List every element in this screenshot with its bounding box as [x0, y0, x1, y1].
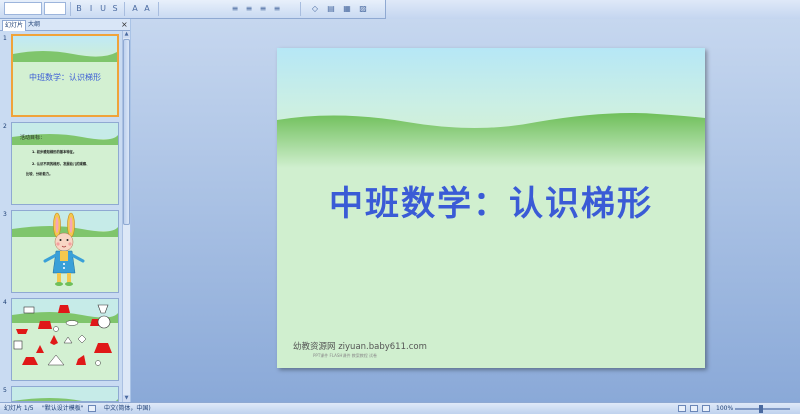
panel-tabs: 幻灯片 大纲 ×	[0, 19, 130, 31]
slide-thumbnail-2[interactable]: 活动目标： 1. 初步感知梯形的基本特征。 2. 认识不同的梯形，发展幼儿的观察…	[11, 122, 119, 205]
ribbon-editing-group	[386, 0, 800, 19]
slide-footer-site: 幼教资源网 ziyuan.baby611.com	[293, 342, 427, 352]
bold-button[interactable]: B	[74, 3, 84, 14]
zoom-slider-knob[interactable]	[759, 405, 763, 413]
align-center-button[interactable]: ≡	[244, 3, 254, 14]
shadow-button[interactable]: S	[110, 3, 120, 14]
tab-slides[interactable]: 幻灯片	[2, 20, 27, 31]
theme-name: "默认设计模板"	[42, 405, 84, 412]
highlight-button[interactable]: A	[142, 3, 152, 14]
thumb-2-line-1: 1. 初步感知梯形的基本特征。	[32, 149, 76, 154]
slideshow-icon[interactable]	[702, 405, 710, 412]
justify-button[interactable]: ≡	[272, 3, 282, 14]
font-name-combo[interactable]	[4, 2, 42, 15]
slides-panel: 幻灯片 大纲 × 1 中班数学：认识梯形 2 活动目标： 1. 初步感知梯形的基…	[0, 19, 130, 402]
slide-number: 1	[3, 35, 7, 42]
slide-thumbnail-4[interactable]	[11, 298, 119, 381]
italic-button[interactable]: I	[86, 3, 96, 14]
font-size-combo[interactable]	[44, 2, 66, 15]
ribbon: B I U S A A ≡ ≡ ≡ ≡ ◇ ▤ ▦ ▨	[0, 0, 800, 19]
slide-number: 3	[3, 211, 7, 218]
align-right-button[interactable]: ≡	[258, 3, 268, 14]
slide-number: 5	[3, 387, 7, 394]
normal-view-icon[interactable]	[678, 405, 686, 412]
thumb-2-heading: 活动目标：	[20, 134, 45, 141]
tab-outline[interactable]: 大纲	[26, 20, 42, 31]
shapes-illustration	[12, 299, 118, 380]
slide-title[interactable]: 中班数学：认识梯形	[277, 176, 705, 225]
slide-sorter-icon[interactable]	[690, 405, 698, 412]
align-left-button[interactable]: ≡	[230, 3, 240, 14]
font-color-button[interactable]: A	[130, 3, 140, 14]
slides-panel-scrollbar[interactable]: ▲ ▼	[122, 31, 130, 402]
thumb-1-title: 中班数学：认识梯形	[29, 72, 101, 82]
shape-fill-icon[interactable]: ▨	[358, 3, 368, 14]
spellcheck-icon[interactable]	[88, 405, 96, 412]
close-icon[interactable]: ×	[121, 20, 128, 30]
slide-number: 2	[3, 123, 7, 130]
thumb-2-line-3: 比较、分析能力。	[26, 171, 52, 176]
current-slide[interactable]: 中班数学：认识梯形 幼教资源网 ziyuan.baby611.com PPT课件…	[277, 48, 705, 368]
thumb-2-line-2: 2. 认识不同的梯形，发展幼儿的观察、	[32, 161, 89, 166]
arrange-icon[interactable]: ▤	[326, 3, 336, 14]
slide-number: 4	[3, 299, 7, 306]
slide-index: 幻灯片 1/5	[4, 405, 34, 412]
scroll-down-icon[interactable]: ▼	[123, 395, 130, 402]
shape-tool-icon[interactable]: ◇	[310, 3, 320, 14]
zoom-level[interactable]: 100%	[716, 403, 733, 414]
slide-thumbnail-3[interactable]	[11, 210, 119, 293]
slide-thumbnail-1[interactable]: 中班数学：认识梯形	[11, 34, 119, 117]
underline-button[interactable]: U	[98, 3, 108, 14]
rabbit-illustration	[12, 211, 118, 292]
slide-footer-sub: PPT课件 FLASH课件 教案教程 试卷	[313, 353, 377, 358]
slide-thumbnail-5[interactable]	[11, 386, 119, 402]
language[interactable]: 中文(简体，中国)	[104, 403, 151, 414]
scroll-thumb[interactable]	[123, 39, 130, 225]
scroll-up-icon[interactable]: ▲	[123, 31, 130, 38]
slide-editing-area: 中班数学：认识梯形 幼教资源网 ziyuan.baby611.com PPT课件…	[131, 19, 800, 402]
status-bar: 幻灯片 1/5 "默认设计模板" 中文(简体，中国) 100%	[0, 402, 800, 414]
quick-styles-icon[interactable]: ▦	[342, 3, 352, 14]
